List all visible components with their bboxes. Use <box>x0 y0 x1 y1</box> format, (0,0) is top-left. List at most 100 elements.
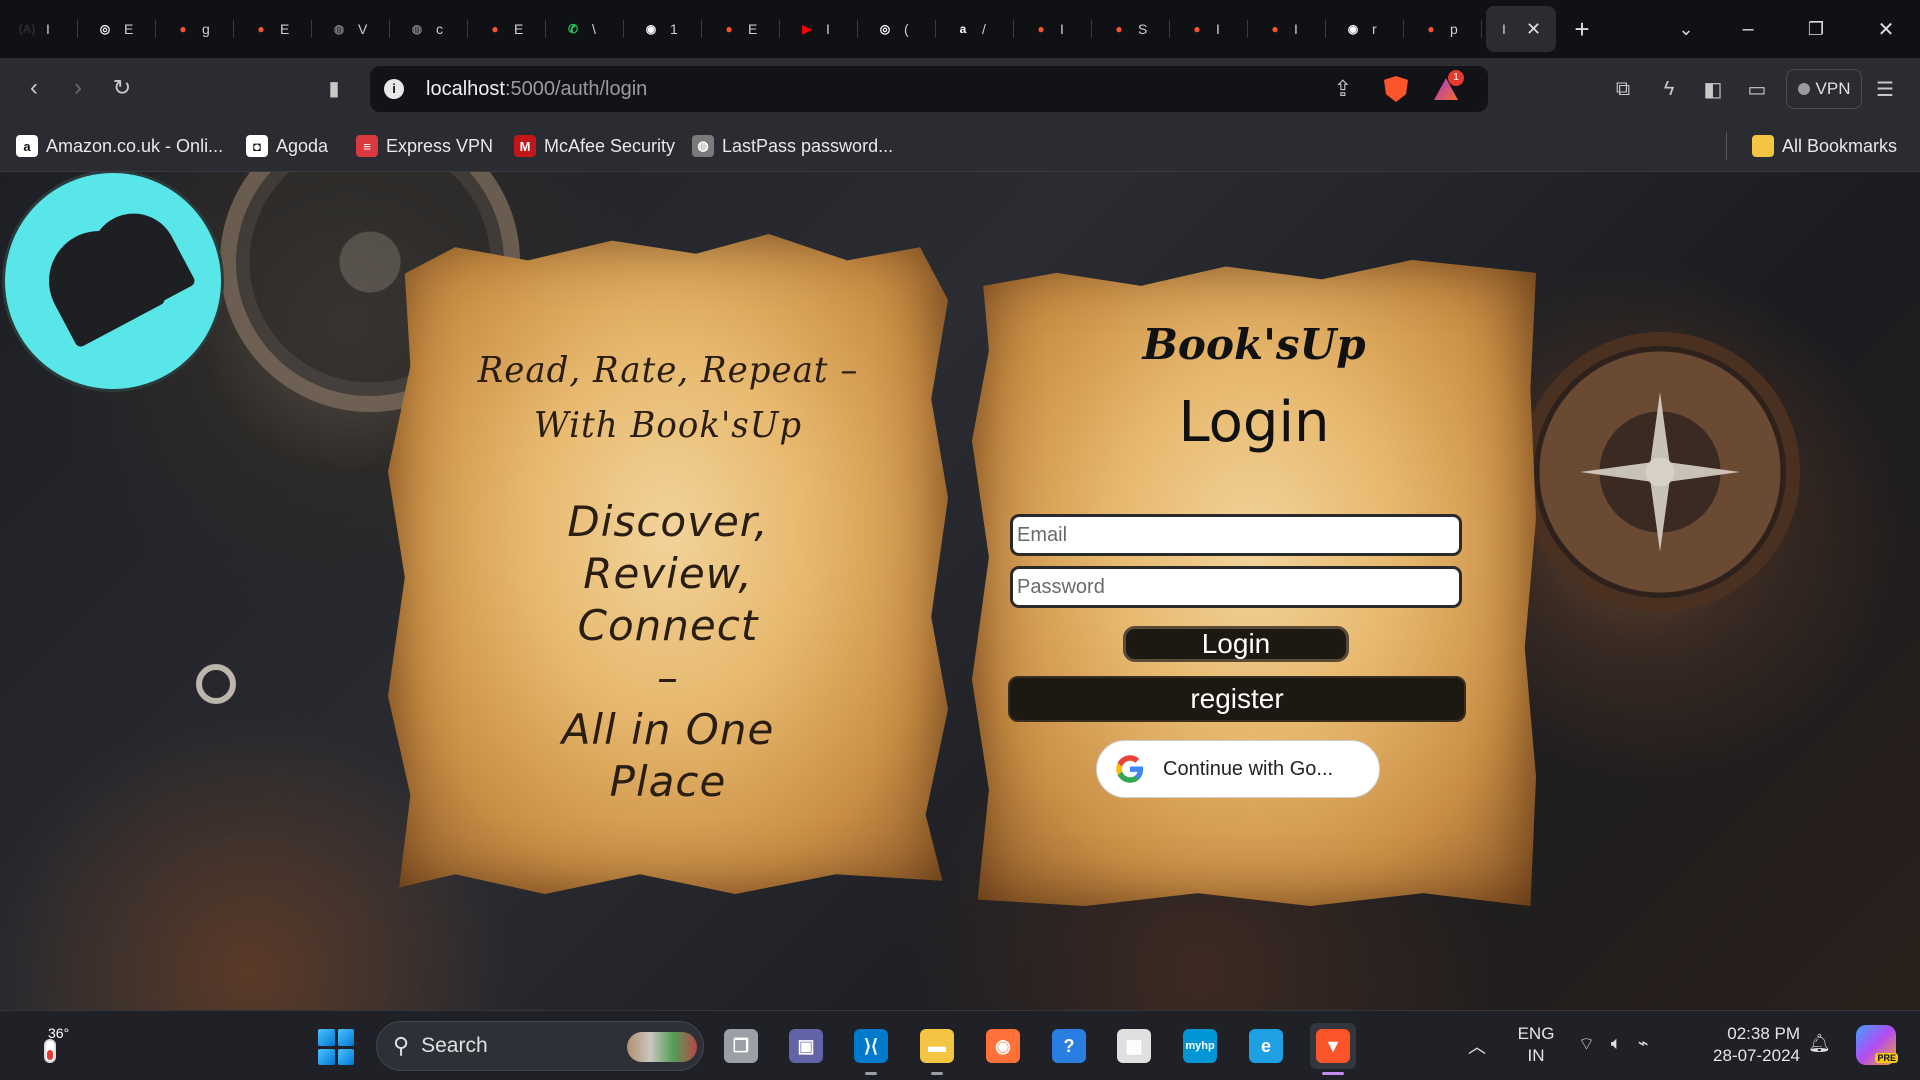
copilot-badge: PRE <box>1875 1053 1898 1063</box>
tab-title: I <box>1216 21 1220 37</box>
show-hidden-icons-chevron-icon[interactable]: ︿ <box>1468 1033 1486 1059</box>
brave-icon: ● <box>1037 22 1045 36</box>
extensions-icon[interactable]: ⧉ <box>1606 72 1640 106</box>
globe-icon: ◍ <box>333 22 345 36</box>
start-button[interactable] <box>318 1029 354 1065</box>
wallet-icon[interactable]: ▭ <box>1740 72 1774 106</box>
browser-tab[interactable]: ▶ I <box>780 6 858 52</box>
taskbar-app-microsoft-store[interactable]: ▦ <box>1111 1023 1157 1069</box>
share-icon[interactable]: ⇪ <box>1334 76 1352 102</box>
bookmark-label: LastPass password... <box>722 135 894 156</box>
restore-button[interactable]: ❐ <box>1782 0 1850 58</box>
booksup-logo[interactable] <box>2 172 224 392</box>
forward-button[interactable]: › <box>60 70 96 106</box>
brand-title: Book'sUp <box>1142 320 1366 369</box>
tab-title: g <box>202 21 210 37</box>
brave-icon: ● <box>1271 22 1279 36</box>
bookmark-label: Agoda <box>276 135 329 156</box>
taskbar-app-teams[interactable]: ▣ <box>783 1023 829 1069</box>
browser-tab[interactable]: a / <box>936 6 1014 52</box>
active-tab-title: I <box>1502 21 1506 37</box>
google-signin-button[interactable]: Continue with Go... <box>1096 740 1380 798</box>
volume-icon[interactable]: 🔈︎ <box>1611 1033 1622 1056</box>
bookmark-item[interactable]: M McAfee Security <box>514 132 675 160</box>
bookmark-icon[interactable]: ▮ <box>316 70 352 106</box>
search-highlight-image <box>627 1032 697 1062</box>
amazon-icon: a <box>959 22 967 36</box>
battery-icon[interactable]: ⌁ <box>1638 1033 1649 1056</box>
wifi-icon[interactable]: ⌔ <box>1578 1033 1595 1056</box>
taskbar-app-file-explorer[interactable]: ▬ <box>914 1023 960 1075</box>
browser-tab[interactable]: ● I <box>1170 6 1248 52</box>
bookmark-item[interactable]: ≡ Express VPN <box>356 132 493 160</box>
password-field[interactable] <box>1010 566 1462 608</box>
address-bar[interactable]: i localhost:5000/auth/login ⇪ 1 <box>370 66 1488 112</box>
bookmark-item[interactable]: ◘ Agoda <box>246 132 328 160</box>
browser-tab[interactable]: ✆ \ <box>546 6 624 52</box>
browser-tab[interactable]: ● I <box>1248 6 1326 52</box>
bookmark-item[interactable]: a Amazon.co.uk - Onli... <box>16 132 223 160</box>
edge-icon: e <box>1249 1029 1283 1063</box>
browser-tab[interactable]: ◍ V <box>312 6 390 52</box>
register-button[interactable]: register <box>1008 676 1466 722</box>
browser-tab[interactable]: ◍ c <box>390 6 468 52</box>
minimize-button[interactable]: – <box>1714 0 1782 58</box>
browser-tab[interactable]: (A) I <box>0 6 78 52</box>
tab-search-chevron-icon[interactable]: ⌄ <box>1652 0 1720 58</box>
vpn-button[interactable]: VPN <box>1786 69 1862 109</box>
taskbar-search[interactable]: ⚲ Search <box>376 1021 704 1071</box>
github-icon: ◉ <box>1347 22 1359 36</box>
browser-tab[interactable]: ● S <box>1092 6 1170 52</box>
brave-icon: ● <box>1193 22 1201 36</box>
speedreader-icon[interactable]: ϟ <box>1652 72 1686 106</box>
close-window-button[interactable]: ✕ <box>1852 0 1920 58</box>
date-text: 28-07-2024 <box>1713 1046 1800 1065</box>
back-button[interactable]: ‹ <box>16 70 52 106</box>
taskbar-app-edge[interactable]: e <box>1243 1023 1289 1069</box>
browser-tab[interactable]: ◉ r <box>1326 6 1404 52</box>
active-tab[interactable]: I ✕ <box>1486 6 1556 52</box>
reload-button[interactable]: ↻ <box>104 70 140 106</box>
site-info-icon[interactable]: i <box>384 79 404 99</box>
taskbar-app-firefox[interactable]: ◉ <box>980 1023 1026 1069</box>
new-tab-button[interactable]: + <box>1556 14 1608 45</box>
browser-tab[interactable]: ◎( <box>858 6 936 52</box>
browser-tab[interactable]: ◉ 1 <box>624 6 702 52</box>
browser-tab[interactable]: ● E <box>468 6 546 52</box>
url-text[interactable]: localhost:5000/auth/login <box>426 78 647 101</box>
notification-bell-icon[interactable]: 🔔︎ <box>1808 1033 1831 1054</box>
background-ring-decoration <box>196 664 236 704</box>
brave-shields-icon[interactable] <box>1384 76 1408 102</box>
language-indicator[interactable]: ENG IN <box>1514 1023 1558 1067</box>
taskbar-app-myhp[interactable]: myhp <box>1177 1023 1223 1069</box>
login-button[interactable]: Login <box>1123 626 1349 662</box>
taskbar-app-vscode[interactable]: ⟩⟨ <box>848 1023 894 1075</box>
sidebar-icon[interactable]: ◧ <box>1696 72 1730 106</box>
bookmark-label: McAfee Security <box>544 135 676 156</box>
menu-icon[interactable]: ☰ <box>1868 72 1902 106</box>
tab-list: (A) I ◎ E ● g ● E ◍ V ◍ c ● E ✆ \ ◉ 1 ● E ▶ I ◎(a / ● I ● S ● I ● I ◉ r ● p <box>0 6 1482 52</box>
all-bookmarks-button[interactable]: All Bookmarks <box>1752 132 1897 160</box>
tab-title: I <box>46 21 50 37</box>
system-tray[interactable]: ⌔ 🔈︎ ⌁ <box>1578 1033 1649 1056</box>
taskbar-app-get-help[interactable]: ? <box>1046 1023 1092 1069</box>
bookmark-item[interactable]: ◍ LastPass password... <box>692 132 893 160</box>
language-code: ENG <box>1517 1024 1555 1043</box>
browser-tab[interactable]: ● E <box>234 6 312 52</box>
pitch-line: – <box>657 653 679 702</box>
browser-tab[interactable]: ● E <box>702 6 780 52</box>
browser-toolbar: ‹ › ↻ ▮ i localhost:5000/auth/login ⇪ 1 … <box>0 58 1920 120</box>
copilot-icon[interactable]: PRE <box>1856 1025 1898 1065</box>
login-heading: Login <box>1178 390 1330 455</box>
close-tab-icon[interactable]: ✕ <box>1526 19 1541 40</box>
browser-tab[interactable]: ● I <box>1014 6 1092 52</box>
browser-tab[interactable]: ◎ E <box>78 6 156 52</box>
mcafee-icon: M <box>514 135 536 157</box>
taskbar-app-task-view[interactable]: ❐ <box>718 1023 764 1069</box>
taskbar-app-brave[interactable]: ▼ <box>1310 1023 1356 1075</box>
browser-tab[interactable]: ● p <box>1404 6 1482 52</box>
weather-widget[interactable]: 36° <box>28 1025 78 1067</box>
clock[interactable]: 02:38 PM 28-07-2024 <box>1690 1023 1800 1067</box>
browser-tab[interactable]: ● g <box>156 6 234 52</box>
email-field[interactable] <box>1010 514 1462 556</box>
